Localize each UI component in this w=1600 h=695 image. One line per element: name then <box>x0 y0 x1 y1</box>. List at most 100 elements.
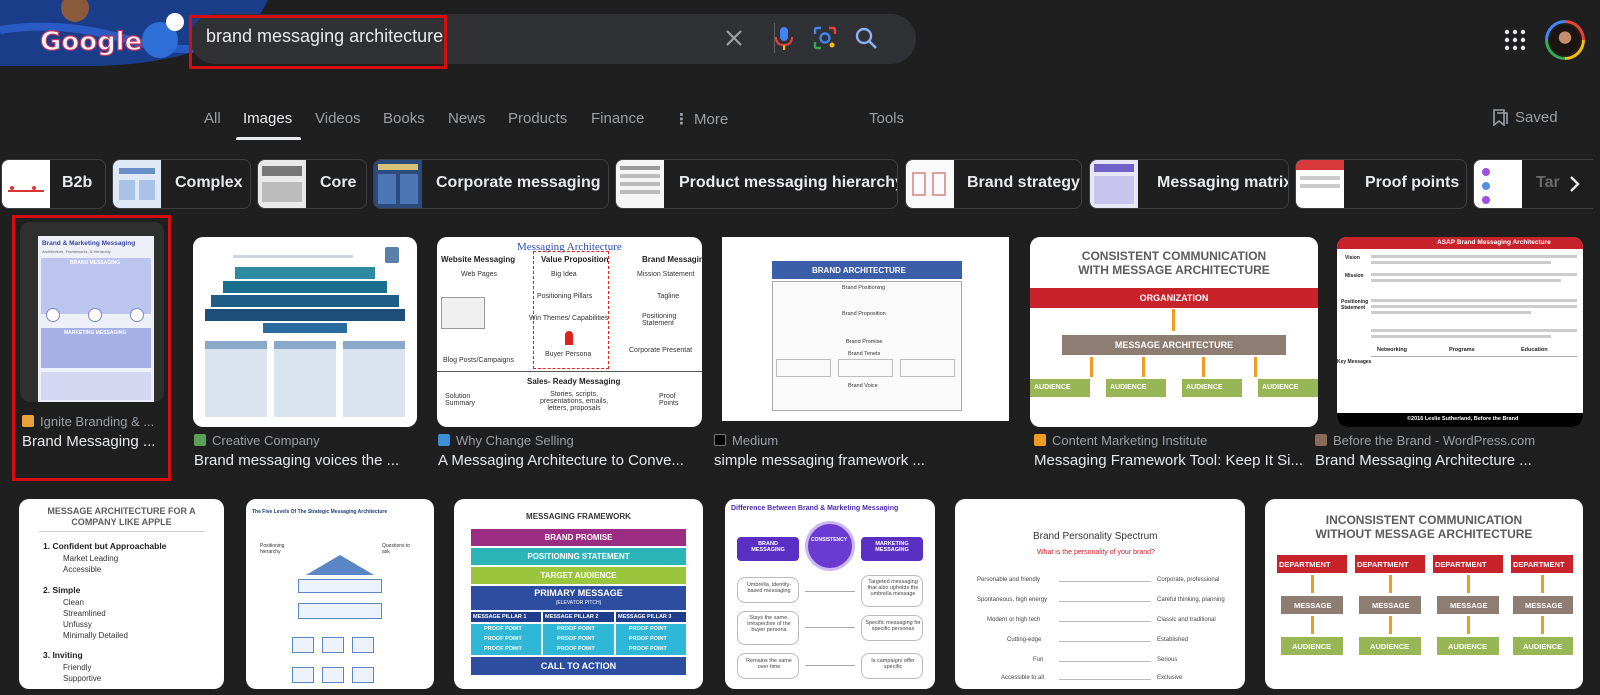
account-avatar[interactable] <box>1545 20 1585 60</box>
result-title[interactable]: Brand messaging voices the ... <box>194 452 414 469</box>
chip-corporate-messaging[interactable]: Corporate messaging <box>373 159 609 209</box>
image-result[interactable]: CONSISTENT COMMUNICATION WITH MESSAGE AR… <box>1030 237 1318 473</box>
thumb-text: Modern or high tech <box>987 617 1041 623</box>
thumb-text: Umbrella, identity-based messaging <box>746 582 792 594</box>
thumb-text: AUDIENCE <box>1186 384 1223 391</box>
chip-thumbnail <box>113 160 161 208</box>
thumb-text: Established <box>1157 637 1189 643</box>
clear-icon[interactable] <box>720 24 748 52</box>
image-result[interactable]: BRAND ARCHITECTURE Brand Positioning Bra… <box>714 237 1009 473</box>
thumb-text: Positioning Statement <box>1341 299 1369 311</box>
image-result[interactable]: INCONSISTENT COMMUNICATION WITHOUT MESSA… <box>1265 499 1583 689</box>
image-result[interactable]: MESSAGE ARCHITECTURE FOR A COMPANY LIKE … <box>19 499 224 689</box>
thumb-text: Corporate Presentat <box>629 347 693 354</box>
result-thumbnail: MESSAGING FRAMEWORK BRAND PROMISE POSITI… <box>454 499 703 689</box>
tab-news[interactable]: News <box>448 110 486 127</box>
chip-messaging-matrix[interactable]: Messaging matrix <box>1089 159 1289 209</box>
result-thumbnail: ASAP Brand Messaging Architecture Vision… <box>1337 237 1583 427</box>
thumb-text: MESSAGE <box>1294 601 1332 610</box>
thumb-text: PROOF POINT <box>629 636 667 642</box>
thumb-title: MESSAGE ARCHITECTURE FOR A COMPANY LIKE … <box>47 506 196 527</box>
bookmark-icon <box>1493 109 1508 126</box>
thumb-text: Cutting-edge <box>1007 637 1042 643</box>
thumb-text: Supportive <box>63 674 102 683</box>
search-query-highlight <box>189 15 447 69</box>
tab-images[interactable]: Images <box>243 110 292 127</box>
tab-finance[interactable]: Finance <box>591 110 644 127</box>
chip-b2b[interactable]: B2b <box>1 159 106 209</box>
tab-products[interactable]: Products <box>508 110 567 127</box>
chip-label: Core <box>320 174 357 191</box>
thumb-text: Solution Summary <box>445 393 475 407</box>
thumb-text: Brand Positioning <box>842 285 886 291</box>
image-result[interactable]: MESSAGING FRAMEWORK BRAND PROMISE POSITI… <box>454 499 703 689</box>
thumb-text: Brand Proposition <box>842 311 886 317</box>
chip-proof-points[interactable]: Proof points <box>1295 159 1467 209</box>
thumb-text: 2. Simple <box>43 585 81 595</box>
tools-button[interactable]: Tools <box>869 110 904 127</box>
tab-books[interactable]: Books <box>383 110 425 127</box>
thumb-text: ORGANIZATION <box>1139 293 1209 303</box>
result-thumbnail <box>193 237 417 427</box>
thumb-text: BRAND ARCHITECTURE <box>812 266 906 275</box>
tab-more-label: More <box>694 111 729 128</box>
thumb-text: Personable and friendly <box>977 577 1041 583</box>
result-title[interactable]: Brand Messaging ... <box>22 433 160 450</box>
chip-label: Tar <box>1536 174 1560 191</box>
google-apps-icon[interactable] <box>1503 28 1527 52</box>
site-favicon-icon <box>1315 434 1327 446</box>
tab-all[interactable]: All <box>204 110 221 127</box>
thumb-text: 1. Confident but Approachable <box>43 541 167 551</box>
chip-label: Corporate messaging <box>436 174 601 191</box>
thumb-text: Fun <box>1033 657 1044 663</box>
thumb-text: BRAND PROMISE <box>544 533 613 542</box>
thumb-text: AUDIENCE <box>1262 384 1299 391</box>
thumb-text: AUDIENCE <box>1110 384 1147 391</box>
result-thumbnail: MESSAGE ARCHITECTURE FOR A COMPANY LIKE … <box>19 499 224 689</box>
thumb-text: PROOF POINT <box>557 646 595 652</box>
source-name: Content Marketing Institute <box>1052 433 1208 448</box>
result-title[interactable]: A Messaging Architecture to Conve... <box>438 452 698 469</box>
result-title[interactable]: Messaging Framework Tool: Keep It Si... <box>1034 452 1314 469</box>
chip-product-messaging-hierarchy[interactable]: Product messaging hierarchy <box>615 159 898 209</box>
search-icon[interactable] <box>852 24 880 52</box>
thumb-text: AUDIENCE <box>1370 642 1410 651</box>
thumb-text: Unfussy <box>63 620 92 629</box>
result-thumbnail: Messaging Architecture Website Messaging… <box>437 237 702 427</box>
image-result[interactable]: Brand Personality Spectrum What is the p… <box>955 499 1245 689</box>
image-result[interactable]: Difference Between Brand & Marketing Mes… <box>725 499 935 689</box>
more-vert-icon: ⋮ <box>674 111 689 128</box>
thumb-text: Accessible to all <box>1001 675 1045 681</box>
thumb-text: Win Themes/ Capabilities <box>529 315 609 322</box>
thumb-text: DEPARTMENT <box>1513 560 1565 569</box>
thumb-text: 3. Inviting <box>43 650 83 660</box>
result-title[interactable]: Brand Messaging Architecture ... <box>1315 452 1581 469</box>
thumb-text: MESSAGE PILLAR 1 <box>473 614 527 620</box>
image-result[interactable]: The Five Levels Of The Strategic Messagi… <box>246 499 434 689</box>
thumb-text: Web Pages <box>461 271 498 278</box>
chip-core[interactable]: Core <box>257 159 367 209</box>
result-thumbnail: Difference Between Brand & Marketing Mes… <box>725 499 935 689</box>
source-name: Why Change Selling <box>456 433 574 448</box>
thumb-text: AUDIENCE <box>1292 642 1332 651</box>
saved-button[interactable]: Saved <box>1493 109 1558 126</box>
microphone-icon[interactable] <box>770 24 798 52</box>
thumb-title: MESSAGING FRAMEWORK <box>526 512 631 521</box>
lens-camera-icon[interactable] <box>811 24 839 52</box>
site-favicon-icon <box>714 434 726 446</box>
chevron-right-icon[interactable] <box>1560 170 1588 198</box>
thumb-title: ASAP Brand Messaging Architecture <box>1437 239 1551 246</box>
chip-brand-strategy[interactable]: Brand strategy <box>905 159 1082 209</box>
tab-more[interactable]: ⋮ More <box>674 110 728 128</box>
chip-complex[interactable]: Complex <box>112 159 251 209</box>
thumb-text: Brand Promise <box>846 339 883 345</box>
result-title[interactable]: simple messaging framework ... <box>714 452 994 469</box>
image-result[interactable]: Messaging Architecture Website Messaging… <box>437 237 702 473</box>
tab-videos[interactable]: Videos <box>315 110 361 127</box>
thumb-text: Key Messages <box>1337 359 1372 365</box>
image-result[interactable]: ASAP Brand Messaging Architecture Vision… <box>1315 237 1583 473</box>
image-result[interactable]: Brand & Marketing Messaging Architecture… <box>20 222 164 472</box>
chip-thumbnail <box>906 160 954 208</box>
thumb-text: Blog Posts/Campaigns <box>443 357 514 364</box>
image-result[interactable]: Creative Company Brand messaging voices … <box>193 237 417 473</box>
